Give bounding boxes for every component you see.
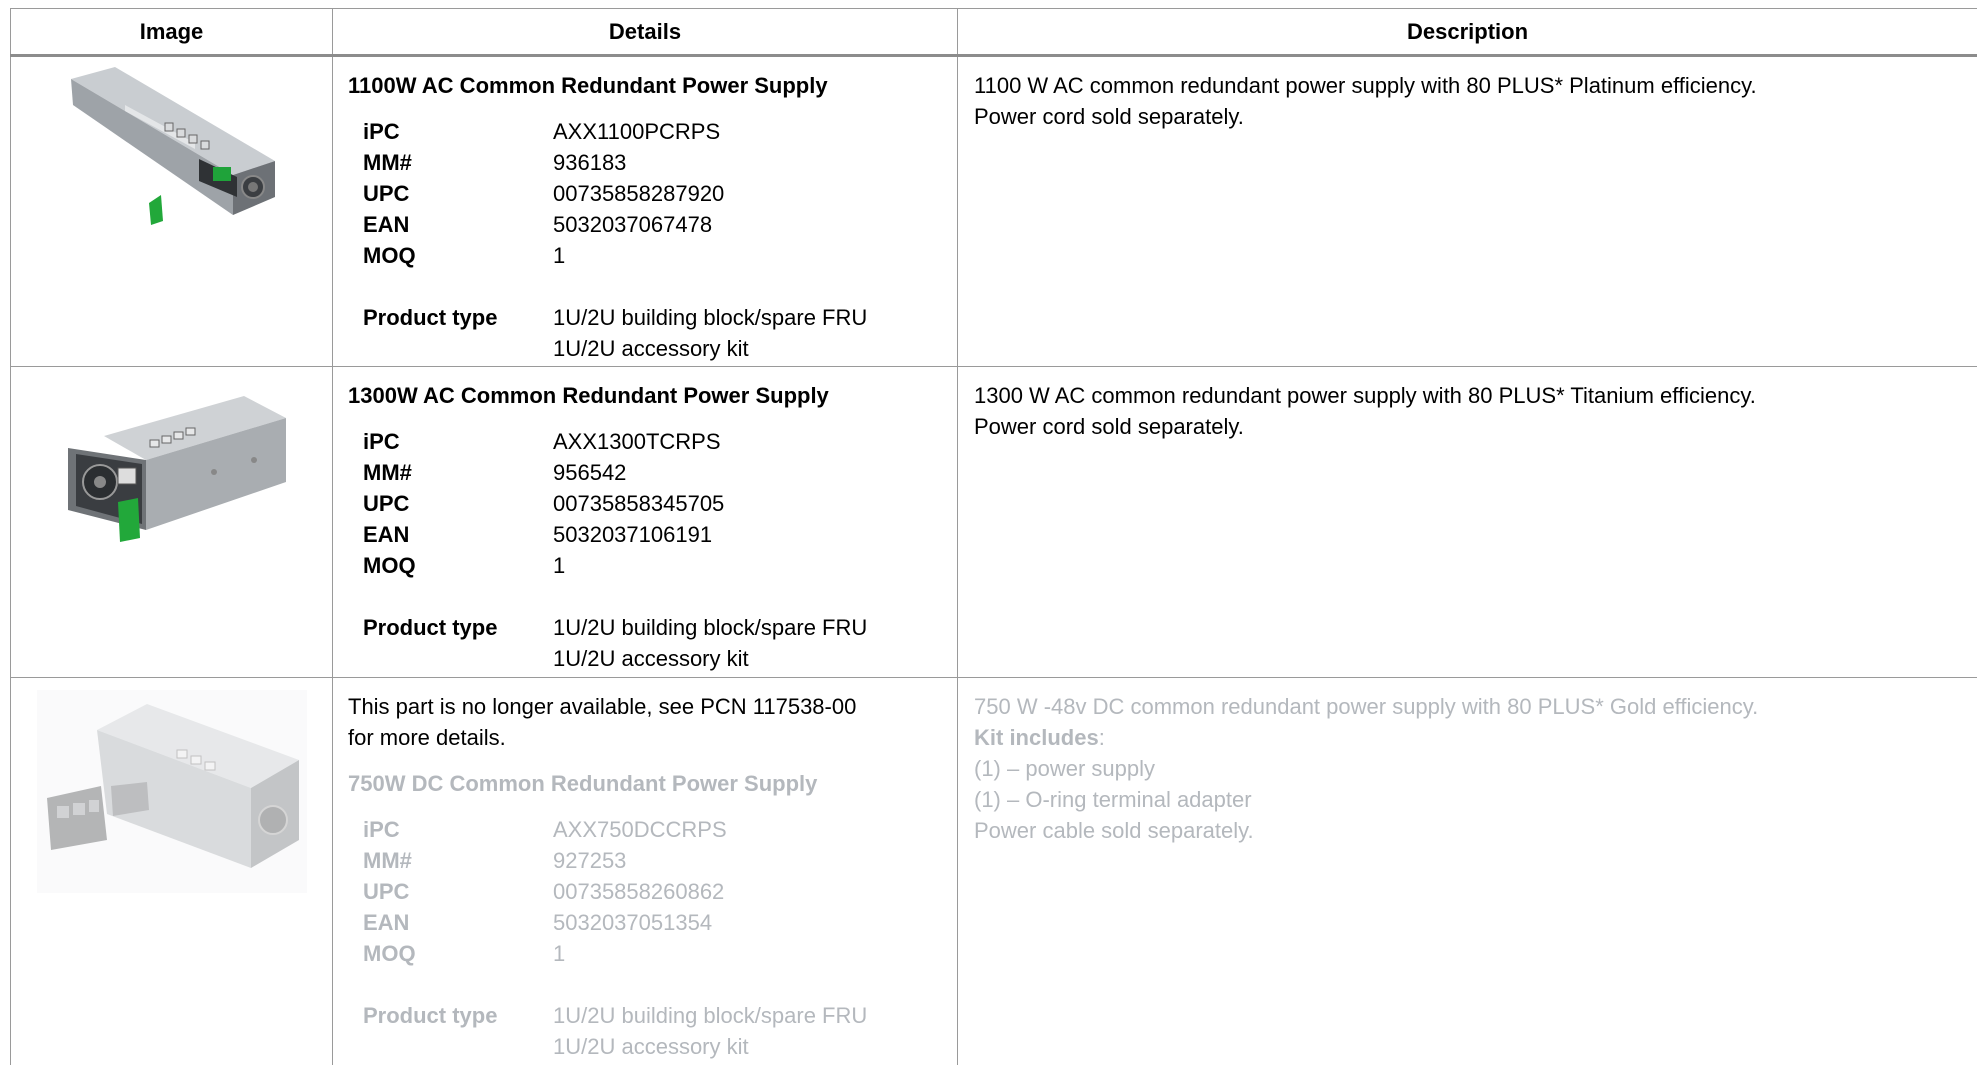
kit-item: (1) – power supply [974, 756, 1155, 781]
spec-value-moq: 1 [553, 941, 566, 966]
spec-key-mm: MM# [363, 848, 412, 873]
spec-value-product-type-2: 1U/2U accessory kit [553, 646, 749, 671]
power-supply-with-terminal-adapter-photo [37, 690, 307, 893]
column-header-description: Description [957, 8, 1977, 57]
notice-line: This part is no longer available, see PC… [348, 694, 857, 719]
spec-key-product-type: Product type [363, 615, 498, 640]
spec-key-ipc: iPC [363, 429, 400, 454]
spec-key-upc: UPC [363, 491, 410, 516]
description-line: Power cord sold separately. [974, 104, 1244, 129]
spec-value-moq: 1 [553, 553, 566, 578]
table-row: 1100W AC Common Redundant Power Supply i… [10, 55, 1977, 367]
description-cell: 1100 W AC common redundant power supply … [957, 55, 1977, 367]
column-header-image: Image [10, 8, 333, 57]
table-row: This part is no longer available, see PC… [10, 677, 1977, 1065]
details-cell: This part is no longer available, see PC… [332, 677, 958, 1065]
spec-key-mm: MM# [363, 460, 412, 485]
spec-key-moq: MOQ [363, 243, 416, 268]
image-cell [10, 55, 333, 367]
spec-value-ipc: AXX1100PCRPS [553, 119, 721, 144]
description-line: 750 W -48v DC common redundant power sup… [974, 694, 1759, 719]
spec-key-product-type: Product type [363, 1003, 498, 1028]
description-line: 1100 W AC common redundant power supply … [974, 73, 1757, 98]
spec-value-mm: 927253 [553, 848, 627, 873]
kit-includes-heading: Kit includes: [974, 722, 1961, 753]
column-header-details: Details [332, 8, 958, 57]
spec-value-product-type-2: 1U/2U accessory kit [553, 336, 749, 361]
image-cell [10, 677, 333, 1065]
spec-key-ean: EAN [363, 522, 410, 547]
table-header-row: Image Details Description [10, 8, 1977, 57]
spec-value-upc: 00735858260862 [553, 879, 725, 904]
spec-key-upc: UPC [363, 181, 410, 206]
image-cell [10, 366, 333, 678]
product-title: 1300W AC Common Redundant Power Supply [348, 383, 829, 408]
table-row: 1300W AC Common Redundant Power Supply i… [10, 366, 1977, 678]
kit-includes-colon: : [1098, 725, 1105, 750]
spec-value-ean: 5032037067478 [553, 212, 713, 237]
spec-key-moq: MOQ [363, 941, 416, 966]
spec-value-ipc: AXX1300TCRPS [553, 429, 721, 454]
power-supply-photo [54, 390, 288, 548]
spec-value-mm: 936183 [553, 150, 627, 175]
spec-value-mm: 956542 [553, 460, 627, 485]
spec-key-product-type: Product type [363, 305, 498, 330]
spec-value-upc: 00735858345705 [553, 491, 725, 516]
spec-key-upc: UPC [363, 879, 410, 904]
spec-key-ipc: iPC [363, 817, 400, 842]
details-cell: 1300W AC Common Redundant Power Supply i… [332, 366, 958, 678]
notice-line: for more details. [348, 725, 506, 750]
power-supply-photo [65, 65, 277, 233]
discontinued-notice: This part is no longer available, see PC… [348, 691, 943, 753]
spec-key-ean: EAN [363, 910, 410, 935]
spec-list: iPC AXX750DCCRPS MM# 927253 UPC 00735858… [348, 814, 943, 1062]
spec-key-ean: EAN [363, 212, 410, 237]
spec-value-product-type-1: 1U/2U building block/spare FRU [553, 615, 868, 640]
spec-list: iPC AXX1100PCRPS MM# 936183 UPC 00735858… [348, 116, 943, 364]
kit-includes-label: Kit includes [974, 725, 1099, 750]
details-cell: 1100W AC Common Redundant Power Supply i… [332, 55, 958, 367]
spec-value-ean: 5032037106191 [553, 522, 713, 547]
description-cell: 750 W -48v DC common redundant power sup… [957, 677, 1977, 1065]
description-cell: 1300 W AC common redundant power supply … [957, 366, 1977, 678]
product-title: 1100W AC Common Redundant Power Supply [348, 73, 828, 98]
product-table: Image Details Description 1100W AC Commo… [10, 8, 1977, 1065]
spec-value-moq: 1 [553, 243, 566, 268]
spec-value-upc: 00735858287920 [553, 181, 725, 206]
product-title: 750W DC Common Redundant Power Supply [348, 771, 818, 796]
description-line: Power cord sold separately. [974, 414, 1244, 439]
spec-value-product-type-1: 1U/2U building block/spare FRU [553, 1003, 868, 1028]
spec-value-product-type-2: 1U/2U accessory kit [553, 1034, 749, 1059]
spec-value-ean: 5032037051354 [553, 910, 713, 935]
spec-value-product-type-1: 1U/2U building block/spare FRU [553, 305, 868, 330]
spec-list: iPC AXX1300TCRPS MM# 956542 UPC 00735858… [348, 426, 943, 674]
kit-item: (1) – O-ring terminal adapter [974, 787, 1252, 812]
spec-key-moq: MOQ [363, 553, 416, 578]
spec-value-ipc: AXX750DCCRPS [553, 817, 727, 842]
description-line: 1300 W AC common redundant power supply … [974, 383, 1756, 408]
spec-key-mm: MM# [363, 150, 412, 175]
spec-key-ipc: iPC [363, 119, 400, 144]
description-line: Power cable sold separately. [974, 818, 1254, 843]
